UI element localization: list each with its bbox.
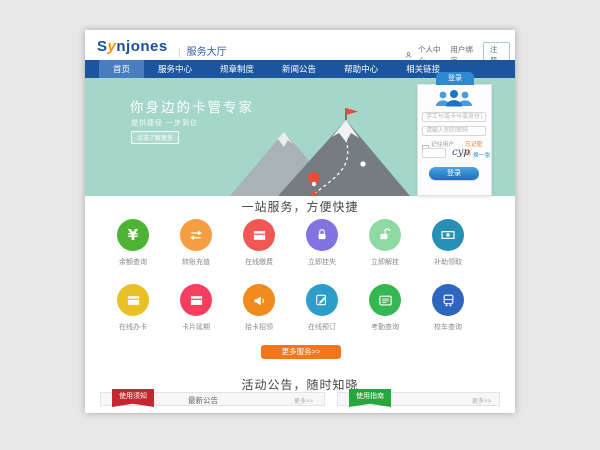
latest-announcements-tab[interactable]: 最新公告	[188, 395, 218, 406]
login-tab[interactable]: 登录	[436, 72, 474, 85]
bus-icon	[441, 293, 456, 308]
portal-name: 服务大厅	[187, 47, 227, 58]
logo-suffix: njones	[116, 38, 167, 55]
users-group-icon	[431, 89, 477, 107]
bank-card-icon	[189, 293, 204, 308]
service-label: 补助领取	[416, 257, 480, 267]
nav-item-service-center[interactable]: 服务中心	[144, 60, 206, 78]
bank-card-icon	[252, 228, 267, 243]
password-input[interactable]	[422, 126, 486, 136]
service-card-extension[interactable]	[180, 284, 212, 316]
service-label: 校车查询	[416, 322, 480, 332]
bank-card-icon	[126, 293, 141, 308]
service-unlock-card[interactable]	[369, 219, 401, 251]
logo-divider: |	[178, 47, 181, 58]
nav-item-home[interactable]: 首页	[99, 60, 144, 78]
service-online-payment[interactable]	[243, 219, 275, 251]
service-label: 在线预订	[290, 322, 354, 332]
services-title: 一站服务，方便快捷	[85, 198, 515, 215]
service-balance-inquiry[interactable]: ¥	[117, 219, 149, 251]
service-subsidy-collect[interactable]	[432, 219, 464, 251]
attendance-list-icon	[378, 293, 393, 308]
right-more-link[interactable]: 更多>>	[472, 396, 491, 405]
nav-item-help[interactable]: 帮助中心	[330, 60, 392, 78]
service-label: 在线缴费	[227, 257, 291, 267]
logo-prefix: S	[97, 38, 108, 55]
hero-cta-button[interactable]: 点击了解更多	[131, 131, 179, 144]
captcha-refresh-link[interactable]: 换一张	[473, 150, 490, 159]
service-online-booking[interactable]	[306, 284, 338, 316]
lock-closed-icon	[315, 228, 329, 242]
login-submit-button[interactable]: 登录	[429, 167, 479, 180]
hero-subtitle: 提供捷径 一步到位	[131, 118, 198, 128]
service-attendance-inquiry[interactable]	[369, 284, 401, 316]
captcha-input[interactable]	[422, 148, 446, 158]
service-label: 在线办卡	[101, 322, 165, 332]
username-input[interactable]	[422, 112, 486, 122]
mountain-illustration	[222, 106, 410, 196]
transfer-arrows-icon	[188, 227, 204, 243]
portal-title: | 服务大厅	[178, 43, 227, 58]
logo[interactable]: Synjones	[97, 38, 168, 55]
edit-pencil-icon	[315, 293, 329, 307]
service-online-card-apply[interactable]	[117, 284, 149, 316]
left-more-link[interactable]: 更多>>	[294, 396, 313, 405]
megaphone-icon	[252, 293, 267, 308]
service-label: 立即挂失	[290, 257, 354, 267]
captcha-image[interactable]: cyp	[450, 146, 472, 159]
page-canvas: Synjones |服务大厅 个人中心 用户绑定 注册 首页 服务中心 规章制度…	[0, 0, 600, 450]
lock-open-icon	[378, 228, 392, 242]
service-label: 转账充值	[164, 257, 228, 267]
nav-item-news[interactable]: 新闻公告	[268, 60, 330, 78]
user-icon	[405, 51, 412, 59]
service-label: 余额查询	[101, 257, 165, 267]
service-label: 拾卡招领	[227, 322, 291, 332]
service-label: 考勤查询	[353, 322, 417, 332]
more-services-button[interactable]: 更多服务>>	[261, 345, 341, 359]
service-lost-found[interactable]	[243, 284, 275, 316]
yen-icon: ¥	[128, 226, 138, 244]
service-label: 卡片延期	[164, 322, 228, 332]
service-transfer-recharge[interactable]	[180, 219, 212, 251]
banknote-icon	[440, 227, 456, 243]
service-report-loss[interactable]	[306, 219, 338, 251]
service-school-bus-inquiry[interactable]	[432, 284, 464, 316]
service-label: 立即解挂	[353, 257, 417, 267]
nav-item-rules[interactable]: 规章制度	[206, 60, 268, 78]
